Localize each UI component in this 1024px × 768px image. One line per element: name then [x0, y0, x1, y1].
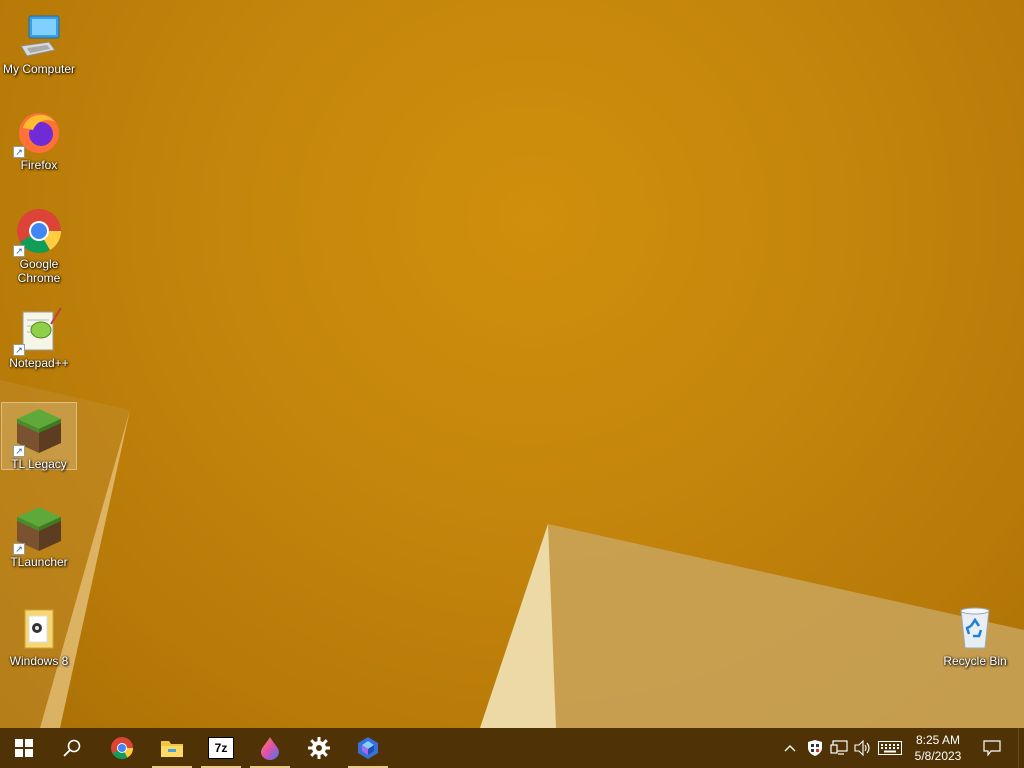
minecraft-grass-block-icon: ↗	[13, 407, 63, 457]
start-icon	[15, 739, 33, 757]
notepad-plus-plus-icon: ↗	[13, 306, 63, 356]
taskbar-settings-button[interactable]	[295, 728, 343, 768]
shortcut-arrow-icon: ↗	[13, 245, 25, 257]
desktop-icon-label: Windows 8	[9, 654, 69, 668]
show-hidden-icons-button[interactable]	[780, 728, 800, 768]
chrome-icon	[111, 737, 133, 759]
computer-icon	[15, 12, 63, 60]
desktop-icon-notepad-plus-plus[interactable]: ↗ Notepad++	[1, 302, 77, 370]
wallpaper-shapes	[0, 380, 1024, 728]
shortcut-arrow-icon: ↗	[13, 146, 25, 158]
desktop-icon-windows-8-folder[interactable]: Windows 8	[1, 600, 77, 668]
shortcut-arrow-icon: ↗	[13, 543, 25, 555]
security-tray-button[interactable]	[803, 728, 827, 768]
shortcut-arrow-icon: ↗	[13, 445, 25, 457]
keyboard-icon	[878, 741, 902, 755]
volume-tray-button[interactable]	[852, 728, 874, 768]
notification-icon	[983, 740, 1001, 756]
taskbar-chrome-button[interactable]	[98, 728, 146, 768]
settings-gear-icon	[308, 737, 330, 759]
start-button[interactable]	[0, 728, 48, 768]
network-tray-button[interactable]	[828, 728, 850, 768]
desktop-icon-label: Google Chrome	[17, 257, 61, 285]
paint-drop-icon	[261, 737, 279, 760]
desktop-icon-my-computer[interactable]: My Computer	[1, 8, 77, 76]
photos-icon	[358, 737, 378, 759]
search-button[interactable]	[48, 728, 96, 768]
firefox-icon: ↗	[13, 108, 63, 158]
show-desktop-button[interactable]	[1018, 728, 1024, 768]
desktop-icon-google-chrome[interactable]: ↗ Google Chrome	[1, 203, 77, 285]
taskbar: 7z	[0, 728, 1024, 768]
desktop-icon-label: Notepad++	[9, 356, 69, 370]
speaker-icon	[854, 740, 870, 756]
shortcut-arrow-icon: ↗	[13, 344, 25, 356]
desktop-icon-recycle-bin[interactable]: Recycle Bin	[937, 600, 1013, 668]
7zip-icon-text: 7z	[214, 741, 228, 755]
clock-time: 8:25 AM	[915, 733, 961, 747]
shield-icon	[808, 740, 822, 756]
desktop-icon-tl-legacy[interactable]: ↗ TL Legacy	[1, 402, 77, 471]
action-center-button[interactable]	[980, 728, 1004, 768]
chrome-icon: ↗	[13, 207, 63, 257]
clock-date: 5/8/2023	[914, 749, 962, 763]
taskbar-clock[interactable]: 8:25 AM 5/8/2023	[906, 728, 970, 768]
desktop-icon-label: Firefox	[20, 158, 58, 172]
taskbar-7zip-button[interactable]: 7z	[197, 728, 245, 768]
chevron-up-icon	[784, 745, 796, 752]
taskbar-file-explorer-button[interactable]	[148, 728, 196, 768]
minecraft-grass-block-icon: ↗	[13, 505, 63, 555]
desktop-icon-firefox[interactable]: ↗ Firefox	[1, 104, 77, 172]
taskbar-photos-button[interactable]	[344, 728, 392, 768]
desktop-icon-label: My Computer	[2, 62, 76, 76]
recycle-bin-icon	[951, 604, 999, 652]
file-explorer-icon	[161, 741, 183, 757]
desktop-icon-label: TLauncher	[10, 555, 68, 569]
touch-keyboard-button[interactable]	[876, 728, 904, 768]
search-icon	[63, 739, 81, 757]
desktop-icon-label: TL Legacy	[11, 457, 67, 471]
folder-icon	[15, 604, 63, 652]
7zip-icon: 7z	[208, 737, 234, 759]
desktop[interactable]: My Computer ↗ Firefox ↗ Google Chrome ↗ …	[0, 0, 1024, 728]
desktop-icon-label: Recycle Bin	[943, 654, 1007, 668]
taskbar-paint-button[interactable]	[246, 728, 294, 768]
desktop-icon-tlauncher[interactable]: ↗ TLauncher	[1, 501, 77, 569]
network-icon	[830, 740, 848, 755]
